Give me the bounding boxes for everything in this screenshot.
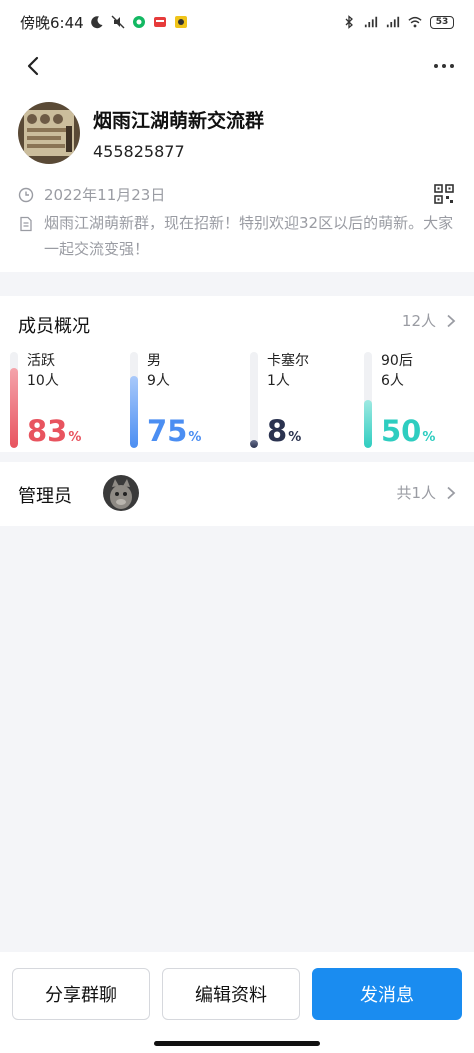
admin-card[interactable]: 管理员 共1人 bbox=[0, 462, 474, 526]
admin-avatar[interactable] bbox=[103, 475, 139, 511]
admin-count-link[interactable]: 共1人 bbox=[396, 482, 456, 503]
stat-track bbox=[250, 352, 258, 448]
send-message-button[interactable]: 发消息 bbox=[312, 968, 462, 1020]
stat-percent-value: 75 bbox=[147, 414, 188, 448]
app-notification-icon bbox=[132, 16, 145, 28]
stat-percent-value: 83 bbox=[27, 414, 68, 448]
group-description: 烟雨江湖萌新群，现在招新！特别欢迎32区以后的萌新。大家一起交流变强！ bbox=[44, 214, 454, 258]
members-overview-card[interactable]: 成员概况 12人 活跃 10人 83% 男 9人 75% 卡塞尔 1人 8% 9… bbox=[0, 296, 474, 452]
stat-label: 活跃 bbox=[27, 353, 55, 369]
stat-count: 9人 bbox=[147, 373, 170, 389]
created-date-row: 2022年11月23日 bbox=[18, 184, 165, 205]
stat-fill bbox=[250, 440, 258, 448]
stat-fill bbox=[364, 400, 372, 448]
moon-icon bbox=[90, 16, 103, 29]
status-bar: 傍晚6:44 53 bbox=[0, 0, 474, 44]
group-avatar[interactable] bbox=[18, 102, 80, 164]
stat-percent-value: 8 bbox=[267, 414, 288, 448]
edit-profile-button[interactable]: 编辑资料 bbox=[162, 968, 300, 1020]
members-title: 成员概况 bbox=[18, 316, 90, 337]
stat-track bbox=[10, 352, 18, 448]
stat-label: 卡塞尔 bbox=[267, 353, 309, 369]
group-description-row: 烟雨江湖萌新群，现在招新！特别欢迎32区以后的萌新。大家一起交流变强！ bbox=[18, 210, 458, 262]
stat-track bbox=[130, 352, 138, 448]
document-icon bbox=[20, 216, 32, 232]
group-name: 烟雨江湖萌新交流群 bbox=[93, 110, 265, 132]
wifi-icon bbox=[408, 16, 422, 28]
share-group-button[interactable]: 分享群聊 bbox=[12, 968, 150, 1020]
stat-count: 10人 bbox=[27, 373, 59, 389]
battery-indicator: 53 bbox=[430, 15, 454, 29]
stat-fill bbox=[10, 368, 18, 448]
nav-bar bbox=[0, 44, 474, 88]
chevron-right-icon bbox=[447, 314, 456, 327]
stat-percent-symbol: % bbox=[288, 430, 302, 445]
stat-percent: 50% bbox=[381, 414, 435, 448]
group-id: 455825877 bbox=[93, 142, 185, 161]
clock-icon bbox=[18, 187, 34, 202]
members-count-link[interactable]: 12人 bbox=[402, 310, 456, 331]
bluetooth-icon bbox=[345, 15, 353, 29]
stat-track bbox=[364, 352, 372, 448]
created-date: 2022年11月23日 bbox=[44, 186, 166, 204]
status-time: 傍晚6:44 bbox=[20, 13, 84, 32]
qr-code-icon[interactable] bbox=[434, 184, 454, 204]
app-notification-icon-3 bbox=[174, 16, 187, 28]
members-count: 12人 bbox=[401, 312, 436, 330]
stat-percent-symbol: % bbox=[188, 430, 202, 445]
more-options-icon[interactable] bbox=[428, 50, 460, 82]
back-arrow-icon[interactable] bbox=[18, 50, 50, 82]
mute-icon bbox=[111, 15, 125, 29]
admin-count: 共1人 bbox=[396, 484, 436, 502]
stat-label: 男 bbox=[147, 353, 161, 369]
stat-percent: 75% bbox=[147, 414, 201, 448]
stat-percent-value: 50 bbox=[381, 414, 422, 448]
stat-count: 1人 bbox=[267, 373, 290, 389]
stat-fill bbox=[130, 376, 138, 448]
app-notification-icon-2 bbox=[153, 17, 166, 27]
stat-percent-symbol: % bbox=[422, 430, 436, 445]
stat-label: 90后 bbox=[381, 353, 413, 369]
signal-icon-2 bbox=[386, 16, 400, 28]
stat-count: 6人 bbox=[381, 373, 404, 389]
stat-percent-symbol: % bbox=[68, 430, 82, 445]
group-info-card: 烟雨江湖萌新交流群 455825877 2022年11月23日 烟雨江湖萌新群，… bbox=[0, 88, 474, 272]
stat-percent: 83% bbox=[27, 414, 81, 448]
stat-percent: 8% bbox=[267, 414, 301, 448]
admin-title: 管理员 bbox=[18, 486, 72, 507]
chevron-right-icon bbox=[447, 486, 456, 499]
bottom-action-bar: 分享群聊 编辑资料 发消息 bbox=[0, 952, 474, 1053]
signal-icon bbox=[364, 16, 378, 28]
home-indicator[interactable] bbox=[154, 1041, 320, 1046]
